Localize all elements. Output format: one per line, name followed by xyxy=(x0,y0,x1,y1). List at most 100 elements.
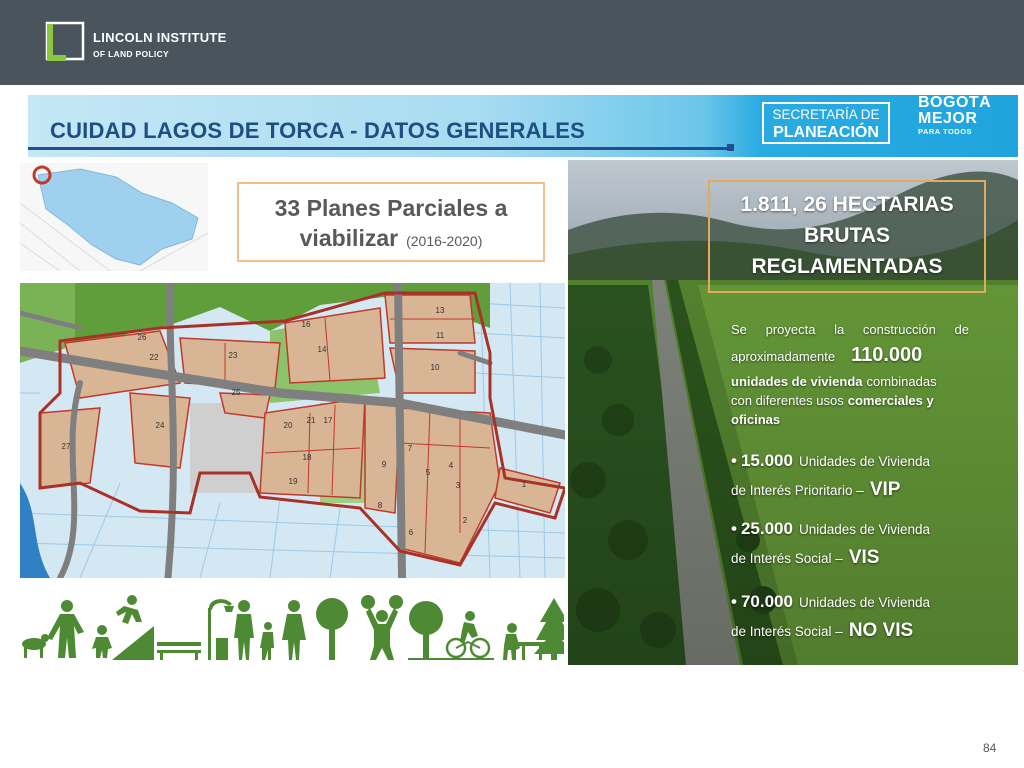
family-icon xyxy=(234,600,306,660)
parcel-number-label: 24 xyxy=(156,421,165,430)
secretaria-logo-line1: SECRETARÍA DE xyxy=(772,107,880,122)
bogota-logo-line1: BOGOTÁ xyxy=(918,94,992,111)
housing-label: Unidades de Vivienda xyxy=(798,454,931,469)
lincoln-logo-icon xyxy=(45,21,85,61)
logo-title: LINCOLN INSTITUTE xyxy=(93,30,227,45)
pine-tree-icon xyxy=(534,598,564,660)
parcel-number-label: 1 xyxy=(522,480,527,489)
locator-map xyxy=(20,163,208,271)
page-number: 84 xyxy=(983,741,997,755)
housing-item-no-vis: • 70.000 Unidades de Vivienda de Interés S… xyxy=(731,589,930,647)
bullet: • xyxy=(731,451,737,470)
logo-subtitle: OF LAND POLICY xyxy=(93,49,169,59)
parcel-number-label: 2 xyxy=(463,516,468,525)
parcel-shape xyxy=(364,397,401,514)
parcel-number-label: 7 xyxy=(408,444,413,453)
trash-bin-icon xyxy=(216,638,228,660)
tree-icon xyxy=(316,598,348,660)
parcel-number-label: 25 xyxy=(232,388,241,397)
parcel-number-label: 11 xyxy=(436,331,445,340)
housing-item-row1: • 15.000 Unidades de Vivienda xyxy=(731,448,930,475)
parcel-number-label: 16 xyxy=(302,320,311,329)
housing-item-row2: de Interés Social – NO VIS xyxy=(731,616,930,647)
parcel-number-label: 20 xyxy=(284,421,293,430)
summary-line5: oficinas xyxy=(731,412,781,427)
title-underline-end xyxy=(727,144,734,151)
parcel-number-label: 26 xyxy=(138,333,147,342)
parcel-number-label: 13 xyxy=(436,306,445,315)
housing-category: VIS xyxy=(848,547,880,568)
hectares-line1: 1.811, 26 HECTARIAS xyxy=(740,193,954,216)
housing-count: 70.000 xyxy=(740,592,793,611)
housing-count: 25.000 xyxy=(740,519,793,538)
plans-line1: 33 Planes Parciales a xyxy=(274,195,508,221)
hectares-line3: REGLAMENTADAS xyxy=(751,255,943,278)
summary-line4-bold: comerciales y xyxy=(847,393,934,408)
housing-prefix: de Interés Prioritario – xyxy=(731,483,864,498)
housing-item-vis: • 25.000 Unidades de Vivienda de Interés S… xyxy=(731,516,930,574)
picnic-icon xyxy=(503,623,546,660)
summary-total-units: 110.000 xyxy=(851,344,923,366)
parcel-number-label: 21 xyxy=(307,416,316,425)
bullet: • xyxy=(731,592,737,611)
slide-title: CUIDAD LAGOS DE TORCA - DATOS GENERALES xyxy=(50,118,586,143)
summary-line2: aproximadamente 110.000 xyxy=(731,340,969,372)
summary-line2-text: aproximadamente xyxy=(731,349,836,364)
parcel-number-label: 8 xyxy=(378,501,383,510)
parcel-number-label: 27 xyxy=(62,442,71,451)
housing-prefix: de Interés Social – xyxy=(731,551,843,566)
housing-item-row2: de Interés Prioritario – VIP xyxy=(731,475,930,506)
housing-item-row2: de Interés Social – VIS xyxy=(731,543,930,574)
parcel-number-label: 23 xyxy=(229,351,238,360)
skateboarder-icon xyxy=(112,595,154,660)
housing-prefix: de Interés Social – xyxy=(731,624,843,639)
secretaria-planeacion-logo: SECRETARÍA DE PLANEACIÓN xyxy=(762,102,890,144)
summary-line1: Se proyecta la construcción de xyxy=(731,322,969,337)
housing-label: Unidades de Vivienda xyxy=(798,522,931,537)
tree-icon xyxy=(408,601,448,660)
housing-category: VIP xyxy=(869,479,901,500)
partial-plans-map: 1234567891011131416171819202122 232425262… xyxy=(20,283,565,578)
housing-summary: Se proyecta la construcción de aproximad… xyxy=(731,320,969,429)
parcel-number-label: 10 xyxy=(431,363,440,372)
summary-line3: unidades de vivienda combinadas xyxy=(731,372,969,391)
housing-item-row1: • 25.000 Unidades de Vivienda xyxy=(731,516,930,543)
summary-line4: con diferentes usos comerciales y xyxy=(731,391,969,410)
secretaria-logo-line2: PLANEACIÓN xyxy=(773,124,879,141)
activity-icons-strip xyxy=(22,595,564,660)
housing-item-vip: • 15.000 Unidades de Vivienda de Interés P… xyxy=(731,448,930,506)
bench-icon xyxy=(157,642,201,660)
hectares-line2: BRUTAS xyxy=(804,224,890,247)
summary-line4-text: con diferentes usos xyxy=(731,393,844,408)
parcel-number-label: 19 xyxy=(289,477,298,486)
parcel-shape xyxy=(259,397,366,499)
child-icon xyxy=(92,625,112,658)
cyclist-icon xyxy=(442,611,494,660)
parcel-number-label: 6 xyxy=(409,528,414,537)
cheering-person-icon xyxy=(361,595,403,660)
bogota-logo-line2: MEJOR xyxy=(918,110,978,127)
summary-line3-bold: unidades de vivienda xyxy=(731,374,863,389)
summary-line3-text: combinadas xyxy=(866,374,937,389)
bogota-logo-line3: PARA TODOS xyxy=(918,127,973,136)
parcel-number-label: 5 xyxy=(426,468,431,477)
housing-count: 15.000 xyxy=(740,451,793,470)
parcel-number-label: 18 xyxy=(303,453,312,462)
housing-category: NO VIS xyxy=(848,620,914,641)
housing-label: Unidades de Vivienda xyxy=(798,595,931,610)
parcel-number-label: 4 xyxy=(449,461,454,470)
parcel-number-label: 3 xyxy=(456,481,461,490)
hectares-callout-box: 1.811, 26 HECTARIAS BRUTAS REGLAMENTADAS xyxy=(708,180,986,293)
plans-line2: viabilizar xyxy=(299,225,399,251)
parcel-number-label: 22 xyxy=(150,353,159,362)
parcel-number-label: 14 xyxy=(318,345,327,354)
plans-years: (2016-2020) xyxy=(406,233,483,249)
plans-callout-box: 33 Planes Parciales a viabilizar (2016-20… xyxy=(237,182,545,262)
dog-walker-icon xyxy=(22,600,84,658)
housing-item-row1: • 70.000 Unidades de Vivienda xyxy=(731,589,930,616)
parcel-number-label: 9 xyxy=(382,460,387,469)
parcel-number-label: 17 xyxy=(324,416,333,425)
parcel-shape xyxy=(129,392,191,469)
bullet: • xyxy=(731,519,737,538)
bogota-mejor-logo: BOGOTÁ MEJOR PARA TODOS xyxy=(918,95,1004,137)
